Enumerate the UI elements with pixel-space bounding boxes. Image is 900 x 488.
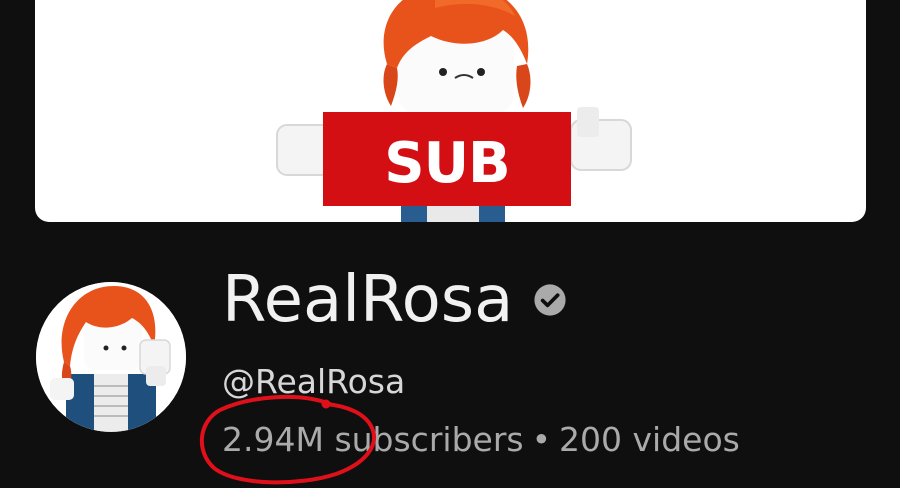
- banner-artwork: SUB: [276, 0, 632, 222]
- video-count[interactable]: 200 videos: [559, 418, 740, 462]
- channel-name: RealRosa: [222, 263, 514, 337]
- right-arm-graphic: [570, 107, 632, 171]
- sub-sign-text: SUB: [384, 131, 510, 196]
- subscriber-count: 2.94M subscribers: [222, 420, 524, 459]
- channel-meta: 2.94M subscribers • 200 videos: [222, 418, 740, 462]
- avatar-artwork: [36, 282, 186, 432]
- channel-avatar[interactable]: [36, 282, 186, 432]
- verified-check-icon: [533, 283, 567, 317]
- channel-handle: @RealRosa: [222, 362, 406, 401]
- sub-sign-graphic: SUB: [323, 112, 571, 206]
- channel-name-row: RealRosa: [222, 262, 567, 338]
- meta-separator: •: [531, 420, 552, 459]
- channel-banner[interactable]: SUB: [35, 0, 866, 222]
- character-head-graphic: [383, 0, 531, 116]
